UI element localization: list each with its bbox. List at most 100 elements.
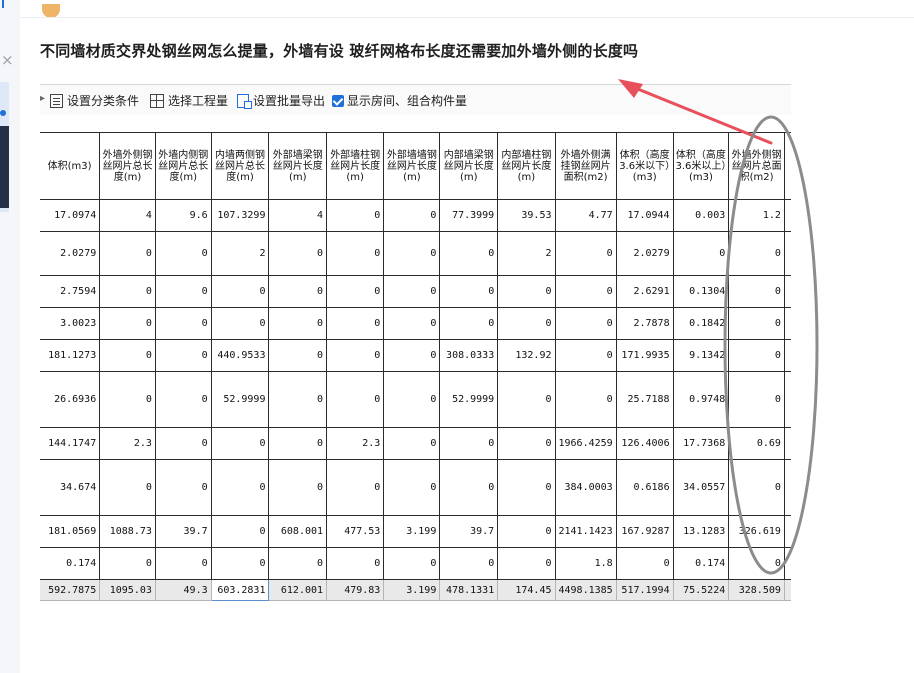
table-cell[interactable]: 107.3299 — [210, 199, 270, 232]
table-cell[interactable]: 0 — [326, 307, 385, 340]
table-cell[interactable]: 0 — [383, 547, 441, 580]
table-cell[interactable]: 77.3999 — [439, 199, 499, 232]
table-cell[interactable]: 25.7188 — [615, 371, 674, 428]
table-cell[interactable]: 308.0333 — [439, 339, 499, 372]
table-cell[interactable]: 0 — [268, 459, 328, 516]
table-cell[interactable]: 0 — [99, 371, 156, 428]
table-cell[interactable]: 0 — [326, 371, 385, 428]
table-cell[interactable]: 2 — [497, 231, 556, 276]
column-header[interactable]: 内部墙梁钢丝网片长度(m) — [439, 132, 499, 200]
table-row[interactable]: 0.174 0 0 0 0 0 0 0 0 1.8 0 0.174 0 — [40, 547, 791, 580]
table-cell[interactable]: 126.4006 — [615, 427, 674, 460]
table-total-cell[interactable]: 479.83 — [326, 579, 385, 601]
table-total-cell[interactable]: 49.3 — [154, 579, 212, 601]
table-cell[interactable]: 2 — [210, 231, 270, 276]
table-cell[interactable]: 0 — [383, 307, 441, 340]
table-cell[interactable]: 0.1842 — [672, 307, 730, 340]
table-cell[interactable]: 0 — [383, 427, 441, 460]
table-total-cell[interactable]: 4498.1385 — [554, 579, 617, 601]
column-header[interactable]: 外墙外侧钢丝网片总长度(m) — [99, 132, 156, 200]
table-cell[interactable]: 2.6291 — [615, 275, 674, 308]
table-cell[interactable]: 0 — [383, 231, 441, 276]
table-cell[interactable]: 4.77 — [554, 199, 617, 232]
table-cell[interactable]: 26.6936 — [40, 371, 101, 428]
table-cell[interactable]: 181.0569 — [40, 515, 101, 548]
table-cell[interactable]: 0 — [554, 371, 617, 428]
table-cell[interactable]: 0.003 — [672, 199, 730, 232]
table-cell[interactable]: 0 — [210, 307, 270, 340]
table-cell[interactable]: 0.6186 — [615, 459, 674, 516]
table-cell[interactable]: 2.7878 — [615, 307, 674, 340]
table-cell[interactable]: 2.7594 — [40, 275, 101, 308]
table-cell[interactable]: 0 — [497, 371, 556, 428]
table-cell[interactable]: 0 — [554, 339, 617, 372]
table-cell[interactable]: 0 — [728, 275, 785, 308]
table-total-cell[interactable]: 592.7875 — [40, 579, 101, 601]
table-cell[interactable]: 0 — [497, 307, 556, 340]
table-cell[interactable]: 0.174 — [672, 547, 730, 580]
column-header[interactable]: 外部墙墙钢丝网片长度(m) — [383, 132, 441, 200]
table-cell[interactable]: 34.0557 — [672, 459, 730, 516]
table-cell[interactable]: 17.7368 — [672, 427, 730, 460]
user-photo-thumbnail[interactable] — [0, 126, 9, 208]
table-cell[interactable]: 9.1342 — [672, 339, 730, 372]
table-cell[interactable]: 1088.73 — [99, 515, 156, 548]
table-cell[interactable]: 0 — [154, 307, 212, 340]
table-cell[interactable]: 384.0003 — [554, 459, 617, 516]
table-cell[interactable]: 4 — [268, 199, 328, 232]
table-cell[interactable]: 0 — [210, 275, 270, 308]
table-cell[interactable]: 1.8 — [554, 547, 617, 580]
set-category-button[interactable]: 设置分类条件 — [50, 92, 139, 109]
table-cell[interactable]: 0 — [728, 371, 785, 428]
table-cell[interactable]: 132.92 — [497, 339, 556, 372]
table-row[interactable]: 34.674 0 0 0 0 0 0 0 0 384.0003 0.6186 34.0557 0 — [40, 459, 791, 516]
column-header[interactable]: 外部墙柱钢丝网片长度(m) — [326, 132, 385, 200]
table-total-cell[interactable]: 517.1994 — [615, 579, 674, 601]
table-total-cell[interactable]: 478.1331 — [439, 579, 499, 601]
table-cell[interactable]: 0 — [383, 459, 441, 516]
batch-export-button[interactable]: 设置批量导出 — [237, 92, 325, 109]
table-row[interactable]: 17.0974 4 9.6 107.3299 4 0 0 77.3999 39.53 4.77 17… — [40, 199, 791, 232]
table-row[interactable]: 2.0279 0 0 2 0 0 0 0 2 0 2.0279 0 0 — [40, 231, 791, 276]
table-cell[interactable]: 0 — [497, 275, 556, 308]
table-cell[interactable]: 167.9287 — [615, 515, 674, 548]
table-row[interactable]: 181.0569 1088.73 39.7 0 608.001 477.53 3.199 39… — [40, 515, 791, 548]
table-cell[interactable]: 0.69 — [728, 427, 785, 460]
table-cell[interactable]: 0 — [99, 547, 156, 580]
table-cell[interactable]: 0 — [210, 547, 270, 580]
table-cell[interactable]: 0 — [268, 307, 328, 340]
table-cell[interactable]: 0 — [439, 275, 499, 308]
column-header[interactable]: 体积（高度3.6米以上）(m3) — [672, 132, 730, 200]
table-cell[interactable]: 608.001 — [268, 515, 328, 548]
table-row[interactable]: 144.1747 2.3 0 0 0 2.3 0 0 0 1966.4259 126.4006 17.… — [40, 427, 791, 460]
column-header[interactable]: 外墙外侧钢丝网片总面积(m2) — [728, 132, 785, 200]
table-cell[interactable]: 0 — [554, 275, 617, 308]
table-cell[interactable]: 0 — [439, 307, 499, 340]
table-cell[interactable]: 144.1747 — [40, 427, 101, 460]
table-total-cell[interactable]: 612.001 — [268, 579, 328, 601]
table-cell[interactable]: 0 — [439, 231, 499, 276]
table-cell[interactable]: 1.2 — [728, 199, 785, 232]
table-cell[interactable]: 0 — [268, 371, 328, 428]
avatar[interactable] — [42, 4, 60, 18]
table-cell[interactable]: 0 — [497, 515, 556, 548]
table-cell[interactable]: 0 — [99, 307, 156, 340]
table-cell[interactable]: 0 — [554, 307, 617, 340]
column-header[interactable]: 内墙两侧钢丝网片总长度(m) — [210, 132, 270, 200]
table-cell[interactable]: 1966.4259 — [554, 427, 617, 460]
table-cell[interactable]: 477.53 — [326, 515, 385, 548]
table-total-cell[interactable]: 328.509 — [728, 579, 785, 601]
table-cell[interactable]: 0 — [154, 339, 212, 372]
table-cell[interactable]: 0 — [99, 459, 156, 516]
close-icon[interactable]: × — [1, 53, 14, 68]
column-header[interactable]: 外部墙梁钢丝网片长度(m) — [268, 132, 328, 200]
table-cell[interactable]: 0 — [728, 459, 785, 516]
table-cell[interactable]: 0 — [268, 339, 328, 372]
column-header[interactable]: 体积（高度3.6米以下）(m3) — [615, 132, 674, 200]
table-cell[interactable]: 0 — [615, 547, 674, 580]
column-header[interactable]: 内部墙柱钢丝网片长度(m) — [497, 132, 556, 200]
table-cell[interactable]: 440.9533 — [210, 339, 270, 372]
show-room-checkbox[interactable]: 显示房间、组合构件量 — [332, 92, 467, 109]
table-cell[interactable]: 0 — [154, 547, 212, 580]
table-cell[interactable]: 181.1273 — [40, 339, 101, 372]
